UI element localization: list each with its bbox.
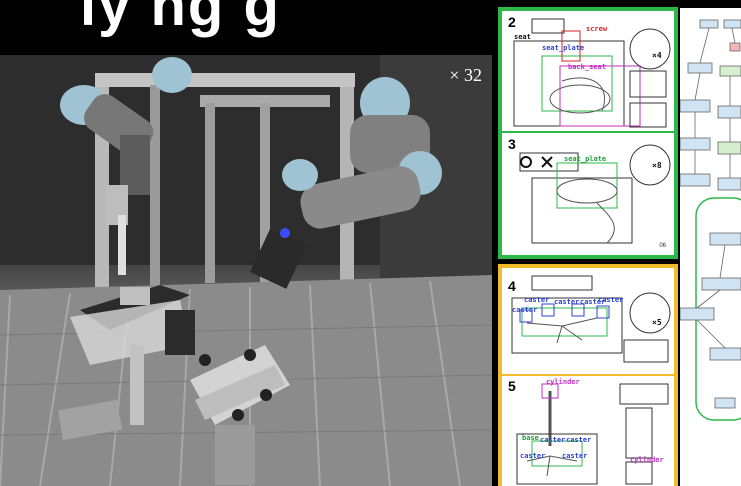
- tag-cylinder-top: cylinder: [546, 378, 580, 386]
- manual-step-3-panel: 3 seat_plate ×8 06: [498, 131, 678, 259]
- title-text: ly ng g: [80, 0, 281, 38]
- tag-caster-1: caster: [524, 296, 550, 304]
- tag-caster-2: caster: [512, 306, 538, 314]
- tag-seat-plate: seat_plate: [542, 44, 585, 52]
- step-4-diagram: [511, 275, 671, 363]
- tag-x8: ×8: [652, 161, 662, 170]
- manual-step-2-panel: 2 seat seat_plate screw back_seat ×4: [498, 7, 678, 133]
- assembly-flowchart: [680, 8, 741, 486]
- step-5-diagram: [516, 383, 669, 485]
- tag-x4: ×4: [652, 51, 662, 60]
- tag-caster-a: caster: [540, 436, 566, 444]
- tag-caster-5: caster: [598, 296, 624, 304]
- tag-caster-d: caster: [562, 452, 588, 460]
- manual-step-4-panel: 4 caster caster caster caster caster ×5: [498, 264, 678, 376]
- tag-caster-c: caster: [520, 452, 546, 460]
- tag-seat: seat: [514, 33, 531, 41]
- tag-x5: ×5: [652, 318, 662, 327]
- robot-assembly-photo: × 32: [0, 55, 492, 486]
- step-3-diagram: [519, 144, 671, 244]
- tag-screw: screw: [586, 25, 608, 33]
- tag-caster-b: caster: [566, 436, 592, 444]
- playback-speed-label: × 32: [449, 65, 482, 85]
- manual-step-5-panel: 5 cylinder base caster caster caster cas…: [498, 374, 678, 486]
- tag-seat-plate-step3: seat_plate: [564, 155, 607, 163]
- tag-back-seat: back_seat: [568, 63, 606, 71]
- tag-caster-3: caster: [554, 298, 580, 306]
- tag-cylinder-bottom: cylinder: [630, 456, 664, 464]
- robot-scene-illustration: [0, 55, 492, 486]
- page-number: 06: [659, 243, 666, 249]
- flowchart-diagram: [680, 19, 741, 421]
- tag-base: base: [522, 434, 539, 442]
